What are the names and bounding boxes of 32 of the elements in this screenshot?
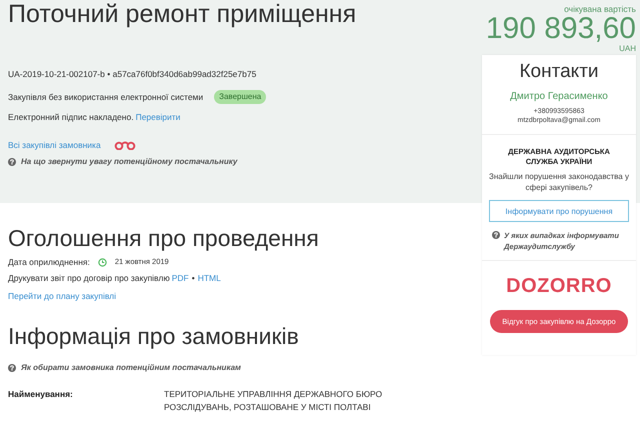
section-heading: Інформація про замовників bbox=[8, 322, 300, 350]
separator-dot: • bbox=[192, 272, 195, 284]
price-label: очікувана вартість bbox=[564, 4, 636, 14]
supplier-hint[interactable]: На що звернути увагу потенційному постачальнику bbox=[21, 156, 238, 168]
signature-text: Електронний підпис накладено. bbox=[8, 111, 134, 123]
pdf-link[interactable]: PDF bbox=[172, 272, 189, 284]
card-title: Контакти bbox=[519, 61, 599, 83]
dozorro-logo: DOZORRO bbox=[506, 275, 612, 298]
status-badge: Завершена bbox=[214, 90, 266, 104]
contact-name: Дмитро Герасименко bbox=[510, 91, 608, 102]
html-link[interactable]: HTML bbox=[198, 272, 221, 284]
price-amount: 190 893,60 bbox=[486, 14, 636, 44]
help-icon bbox=[8, 158, 16, 166]
clock-icon bbox=[98, 258, 107, 266]
page-title: Поточний ремонт приміщення bbox=[8, 0, 358, 28]
plan-link[interactable]: Перейти до плану закупівлі bbox=[8, 290, 116, 302]
help-icon bbox=[492, 231, 500, 239]
report-violation-button[interactable]: Інформувати про порушення bbox=[489, 200, 629, 222]
customer-hint[interactable]: Як обирати замовника потенційним постачальникам bbox=[21, 362, 241, 374]
currency: UAH bbox=[619, 44, 636, 53]
procurement-method: Закупівля без використання електронної системи bbox=[8, 91, 204, 103]
date-label: Дата оприлюднення: bbox=[8, 256, 90, 268]
field-value: ТЕРИТОРІАЛЬНЕ УПРАВЛІННЯ ДЕРЖАВНОГО БЮРО РОЗСЛІДУВАНЬ, РОЗТАШОВАНЕ У МІСТІ ПОЛТАВІ bbox=[164, 388, 384, 413]
audit-question: Знайшли порушення законодавства у сфері закупівель? bbox=[489, 171, 629, 193]
customer-purchases-link[interactable]: Всі закупівлі замовника bbox=[8, 139, 101, 151]
print-label: Друкувати звіт про договір про закупівлю bbox=[8, 272, 170, 284]
field-label: Найменування: bbox=[8, 388, 74, 401]
verify-link[interactable]: Перевірити bbox=[136, 111, 180, 123]
tender-id: UA-2019-10-21-002107-b • a57ca76f0bf340d6ab99ad32f25e7b75 bbox=[8, 68, 256, 80]
help-icon bbox=[8, 364, 16, 372]
glasses-icon bbox=[114, 140, 136, 150]
section-heading: Оголошення про проведення bbox=[8, 224, 320, 252]
